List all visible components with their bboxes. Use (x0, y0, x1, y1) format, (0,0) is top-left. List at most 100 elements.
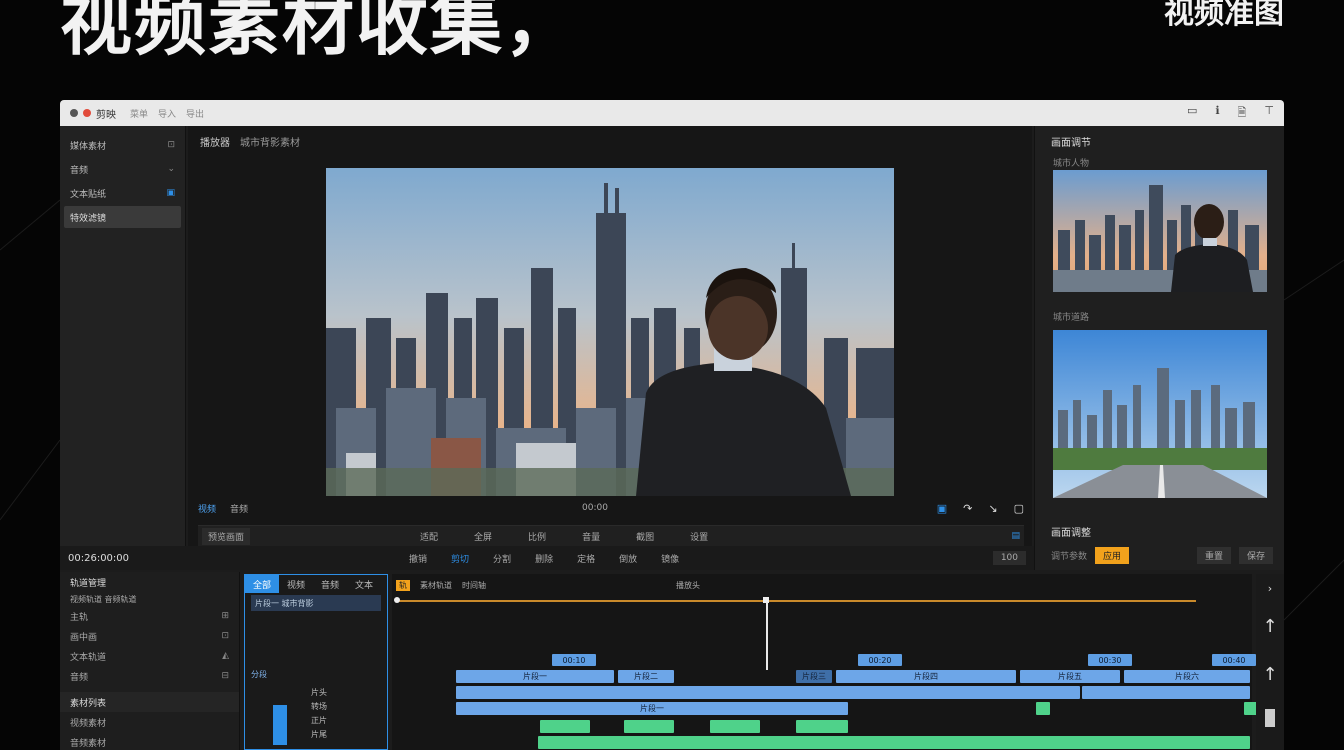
control-volume[interactable]: 音量 (582, 530, 600, 543)
audio-clip[interactable] (1082, 686, 1250, 699)
video-clip[interactable]: 片段二 (618, 670, 674, 683)
preview-title: 播放器 (200, 138, 230, 149)
window-icon[interactable]: ▭ (1187, 104, 1197, 123)
time-ruler[interactable] (396, 600, 1196, 602)
preview-header: 播放器 城市背影素材 (200, 134, 300, 149)
add-icon: ⊡ (167, 140, 175, 150)
clip-browser-tabs: 全部 视频 音频 文本 (245, 575, 387, 593)
sidebar-item-audio[interactable]: 音频 ⌄ (64, 158, 181, 180)
cursor-icon[interactable]: ↘ (988, 502, 997, 515)
track-row[interactable]: 文本轨道 ◭ (60, 646, 239, 666)
close-icon[interactable] (83, 109, 91, 117)
video-clip[interactable]: 片段三 (796, 670, 832, 683)
editor-window: 剪映 菜单 导入 导出 ▭ ℹ 🗎 ⊤ 媒体素材 ⊡ 音频 ⌄ 文本贴纸 ▣ 特… (60, 100, 1284, 750)
clip-row[interactable]: 片段一 城市背影 (251, 595, 381, 611)
arrow-up-icon[interactable]: ↑ (1256, 650, 1284, 698)
chevron-down-icon: ⌄ (167, 164, 175, 174)
track-row[interactable]: 主轨 ⊞ (60, 606, 239, 626)
reverse-button[interactable]: 倒放 (619, 552, 637, 565)
audio-clip[interactable] (456, 686, 1080, 699)
control-settings[interactable]: 设置 (690, 530, 708, 543)
control-fullscreen[interactable]: 全屏 (474, 530, 492, 543)
video-clip[interactable]: 片段五 (1020, 670, 1120, 683)
arrow-up-icon[interactable]: ↑ (1256, 602, 1284, 650)
control-snapshot[interactable]: 截图 (636, 530, 654, 543)
preview-panel: 播放器 城市背影素材 视频 音频 00:00 ▣ ↷ ↘ ▢ 预览画面 适配 全… (188, 126, 1032, 546)
video-clip[interactable]: 片段四 (836, 670, 1016, 683)
segment-label: 分段 (251, 670, 267, 679)
save-preset-button[interactable]: 保存 (1238, 546, 1273, 564)
time-marker[interactable]: 00:20 (858, 654, 902, 666)
mirror-button[interactable]: 镜像 (661, 552, 679, 565)
titlebar: 剪映 菜单 导入 导出 ▭ ℹ 🗎 ⊤ (60, 100, 1284, 126)
track-row[interactable]: 画中画 ⊡ (60, 626, 239, 646)
volume-value[interactable]: 100 (992, 551, 1026, 565)
tab-text[interactable]: 文本 (347, 575, 381, 593)
app-name: 剪映 (96, 109, 116, 121)
chevron-right-icon[interactable]: › (1256, 574, 1284, 602)
ruler-start-handle[interactable] (394, 597, 400, 603)
effect-clip[interactable] (710, 720, 760, 733)
tab-audio[interactable]: 音频 (230, 502, 248, 515)
thumbnail-city-person[interactable] (1053, 170, 1267, 292)
sidebar-item-media[interactable]: 媒体素材 ⊡ (64, 134, 181, 156)
effect-clip[interactable] (540, 720, 590, 733)
time-marker[interactable]: 00:30 (1088, 654, 1132, 666)
time-marker[interactable]: 00:10 (552, 654, 596, 666)
tab-audio[interactable]: 音频 (313, 575, 347, 593)
video-clip[interactable]: 片段一 (456, 670, 614, 683)
timeline-area[interactable]: 轨 素材轨道 时间轴 播放头 00:10 00:20 00:30 00:40 片… (392, 574, 1258, 750)
info-icon[interactable]: ℹ (1215, 104, 1219, 123)
save-icon[interactable]: 🗎 (1238, 104, 1247, 123)
timeline-label: 素材轨道 (420, 580, 452, 590)
keyframe-marker[interactable] (1036, 702, 1050, 715)
sidebar-item-text[interactable]: 文本贴纸 ▣ (64, 182, 181, 204)
menu-item[interactable]: 导入 (158, 107, 176, 120)
fullscreen-icon[interactable]: ▢ (1014, 502, 1024, 515)
scroll-thumb[interactable] (1256, 698, 1284, 738)
timeline-top-bar: 轨 素材轨道 时间轴 播放头 (396, 578, 700, 592)
menu-item[interactable]: 导出 (186, 107, 204, 120)
clip-browser: 全部 视频 音频 文本 片段一 城市背影 分段 片头 转场 正片 片尾 (244, 574, 388, 750)
rotate-icon[interactable]: ↷ (963, 502, 972, 515)
fit-icon[interactable]: ▣ (937, 502, 947, 515)
time-marker[interactable]: 00:40 (1212, 654, 1256, 666)
right-panel: 画面调节 城市人物 城市道路 画面调整 调节参数 应用 重置 保存 (1034, 126, 1284, 570)
timecode: 00:26:00:00 (68, 552, 130, 564)
control-ratio[interactable]: 比例 (528, 530, 546, 543)
window-control-icon[interactable] (70, 109, 78, 117)
track-row[interactable]: 音频 ⊟ (60, 666, 239, 686)
music-clip[interactable] (538, 736, 1250, 749)
export-icon[interactable]: ▤ (1011, 531, 1020, 541)
split-button[interactable]: 分割 (493, 552, 511, 565)
thumb1-label: 城市人物 (1053, 159, 1090, 169)
delete-button[interactable]: 删除 (535, 552, 553, 565)
pin-icon[interactable]: ⊤ (1264, 104, 1274, 123)
right-panel-actions: 调节参数 应用 重置 保存 (1051, 546, 1273, 564)
material-row[interactable]: 视频素材 (60, 712, 239, 732)
control-fit[interactable]: 适配 (420, 530, 438, 543)
cut-button[interactable]: 剪切 (451, 552, 469, 565)
effect-clip[interactable] (624, 720, 674, 733)
video-clip[interactable]: 片段六 (1124, 670, 1250, 683)
menu-item[interactable]: 菜单 (130, 107, 148, 120)
headline: 视频素材收集， (60, 0, 579, 65)
freeze-button[interactable]: 定格 (577, 552, 595, 565)
track-tag: 轨 (396, 579, 410, 591)
tab-all[interactable]: 全部 (245, 575, 280, 593)
tab-video[interactable]: 视频 (279, 575, 313, 593)
undo-button[interactable]: 撤销 (409, 552, 427, 565)
thumbnail-city-road[interactable] (1053, 330, 1267, 498)
effect-clip[interactable] (796, 720, 848, 733)
tab-video[interactable]: 视频 (198, 502, 216, 515)
reset-button[interactable]: 重置 (1196, 546, 1231, 564)
apply-button[interactable]: 应用 (1095, 546, 1130, 564)
material-row[interactable]: 音频素材 (60, 732, 239, 750)
timecode-center: 00:00 (582, 503, 608, 513)
text-clip[interactable]: 片段一 (456, 702, 848, 715)
list-icon: ⊟ (221, 671, 229, 681)
square-icon: ⊡ (221, 631, 229, 641)
triangle-icon: ◭ (222, 651, 229, 661)
sidebar-item-effects[interactable]: 特效滤镜 (64, 206, 181, 228)
video-frame[interactable] (326, 168, 894, 496)
